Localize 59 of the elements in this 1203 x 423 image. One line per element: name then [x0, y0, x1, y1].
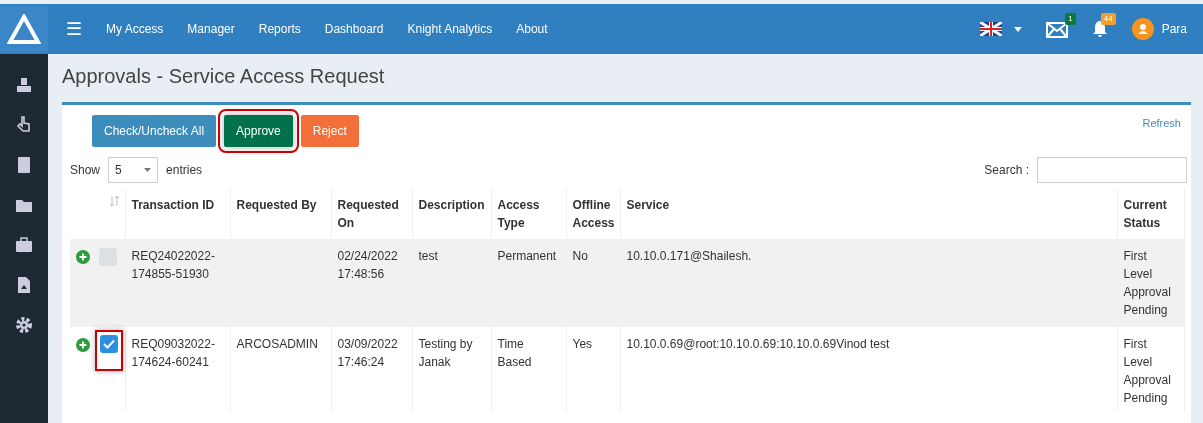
nav-link-item[interactable]: Dashboard [312, 20, 396, 38]
table-cell: REQ24022022-174855-51930 [131, 249, 215, 281]
nav-link-item[interactable]: My Access [94, 20, 176, 38]
reject-button[interactable]: Reject [300, 115, 359, 147]
nav-link-item[interactable]: Manager [175, 20, 247, 38]
table-cell: 10.10.0.69@root:10.10.0.69:10.10.0.69Vinod test [626, 337, 890, 351]
table-cell: REQ09032022-174624-60241 [131, 337, 215, 369]
bell-icon[interactable] [1091, 20, 1108, 39]
column-header[interactable]: Current Status [1123, 196, 1178, 232]
table-cell: Yes [572, 337, 593, 351]
table-cell: test [418, 249, 438, 263]
column-header[interactable]: Transaction ID [131, 196, 224, 214]
stamp-icon[interactable] [15, 76, 33, 94]
nav-link-item[interactable]: Reports [246, 20, 313, 38]
page-title: Approvals - Service Access Request [62, 64, 386, 88]
column-header[interactable]: Requested On [337, 196, 406, 232]
notification-count-badge: 44 [1100, 12, 1116, 25]
expand-icon[interactable] [76, 337, 90, 352]
table-cell: First Level Approval Pending [1123, 249, 1171, 317]
table-cell: Permanent [497, 249, 557, 263]
table-cell: 10.10.0.171@Shailesh. [626, 249, 752, 263]
gear-icon[interactable] [15, 316, 33, 334]
check-icon [103, 339, 116, 349]
column-header[interactable]: Requested By [236, 196, 325, 214]
hand-pointer-icon[interactable] [15, 116, 33, 134]
menu-icon[interactable]: ☰ [48, 15, 94, 43]
table-cell: Time Based [497, 337, 532, 369]
caret-icon [144, 168, 152, 172]
table-cell: No [572, 249, 588, 263]
table-cell: 02/24/2022 17:48:56 [337, 249, 398, 281]
row-checkbox[interactable] [100, 335, 119, 353]
search-label: Search : [984, 162, 1029, 179]
mail-count-badge: 1 [1065, 13, 1076, 25]
nav-link-item[interactable]: About [504, 20, 560, 38]
table-cell: ARCOSADMIN [236, 337, 318, 351]
nav-link-item[interactable]: Knight Analytics [395, 20, 505, 38]
avatar-icon[interactable] [1131, 18, 1154, 40]
table-cell: 03/09/2022 17:46:24 [337, 337, 398, 369]
book-icon[interactable] [15, 156, 33, 174]
column-header[interactable]: Offline Access [572, 196, 614, 232]
file-upload-icon[interactable] [15, 276, 33, 294]
caret-icon[interactable] [1013, 26, 1022, 32]
logo-icon [7, 14, 41, 44]
user-name[interactable]: Para [1161, 20, 1187, 38]
briefcase-icon[interactable] [15, 236, 33, 254]
check-all-button[interactable]: Check/Uncheck All [92, 115, 217, 147]
entries-label: entries [166, 162, 203, 179]
search-field[interactable] [1037, 157, 1187, 183]
mail-icon[interactable] [1045, 21, 1068, 38]
column-header[interactable]: Description [418, 196, 485, 214]
expand-icon[interactable] [76, 249, 90, 264]
entries-select[interactable]: 5 [108, 157, 159, 183]
table-cell: First Level Approval Pending [1123, 337, 1171, 405]
refresh-link[interactable]: Refresh [1142, 115, 1181, 132]
column-header[interactable]: Service [626, 196, 1111, 214]
column-header[interactable]: Access Type [497, 196, 560, 232]
flag-icon[interactable] [979, 22, 1002, 36]
show-label: Show [70, 162, 101, 179]
table-cell: Testing by Janak [418, 337, 473, 369]
